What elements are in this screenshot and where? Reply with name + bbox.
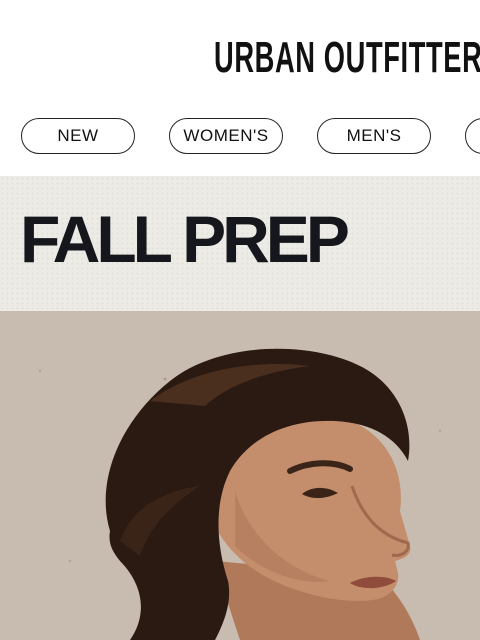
hero-image[interactable] <box>0 311 480 640</box>
site-header: URBAN OUTFITTERS <box>0 0 480 110</box>
brand-logo[interactable]: URBAN OUTFITTERS <box>214 32 480 84</box>
nav-pill-new[interactable]: NEW <box>21 118 135 154</box>
nav-pill-mens[interactable]: MEN'S <box>317 118 431 154</box>
category-nav: NEW WOMEN'S MEN'S <box>0 110 480 176</box>
banner-headline: FALL PREP <box>20 202 350 276</box>
hero-photo-illustration <box>0 311 480 640</box>
promo-banner[interactable]: FALL PREP <box>0 176 480 311</box>
nav-pill-womens[interactable]: WOMEN'S <box>169 118 283 154</box>
nav-pill-more[interactable] <box>465 118 480 154</box>
